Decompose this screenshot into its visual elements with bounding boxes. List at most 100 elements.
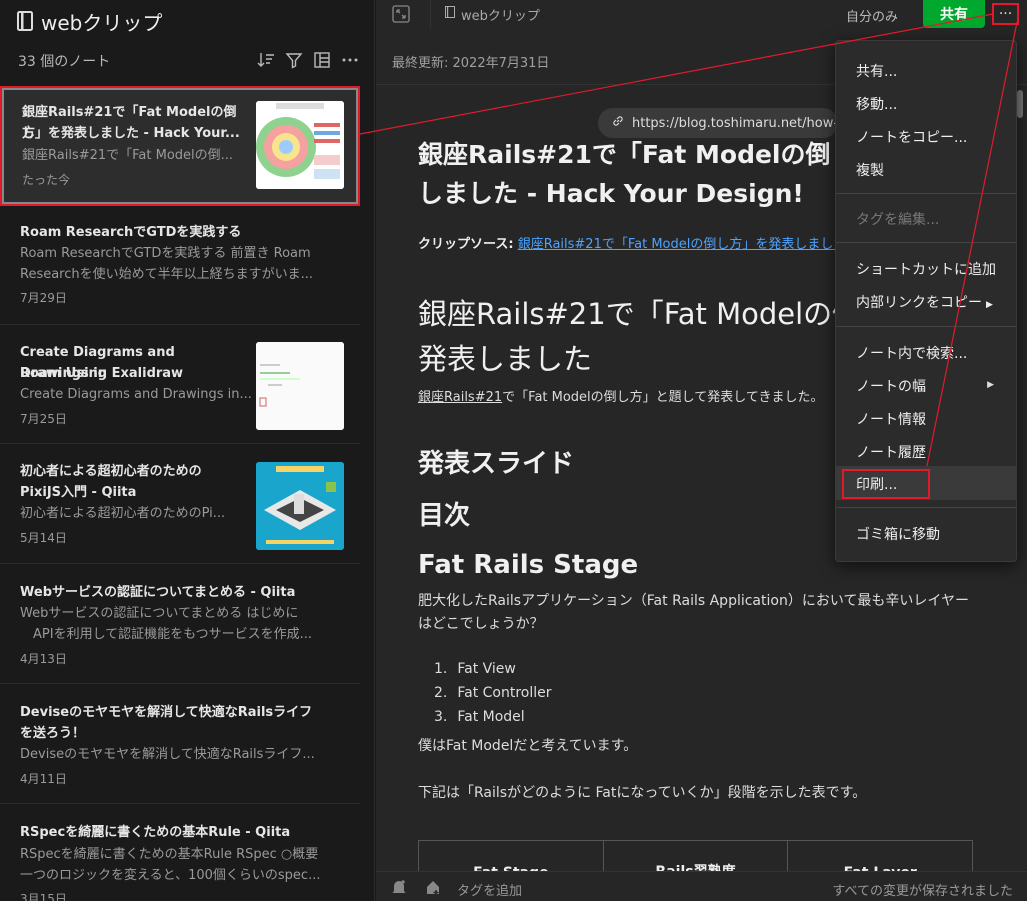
note-snippet-line2: 一つのロジックを変えると、100個くらいのspec... bbox=[20, 868, 321, 883]
note-card[interactable]: Roam ResearchでGTDを実践する Roam ResearchでGTD… bbox=[0, 206, 360, 325]
breadcrumb-notebook-label: webクリップ bbox=[461, 8, 540, 24]
note-title: 初心者による超初心者のための bbox=[20, 464, 202, 479]
paragraph: 僕はFat Modelだと考えています。 bbox=[418, 738, 638, 754]
sort-icon[interactable] bbox=[257, 50, 275, 70]
reminder-icon[interactable] bbox=[390, 878, 408, 896]
note-card[interactable]: Create Diagrams and Drawings in Roam Usi… bbox=[0, 325, 360, 444]
note-card[interactable]: Deviseのモヤモヤを解消して快適なRailsライフ を送ろう！ Devise… bbox=[0, 684, 360, 804]
ordered-list: 1. Fat View 2. Fat Controller 3. Fat Model bbox=[434, 661, 552, 733]
menu-item-note-width[interactable]: ノートの幅 bbox=[856, 376, 926, 396]
link-icon bbox=[612, 115, 624, 131]
clip-source-label: クリップソース: bbox=[418, 237, 514, 252]
note-title-heading[interactable]: 銀座Rails#21で「Fat Modelの倒し方 しました - Hack Yo… bbox=[418, 135, 858, 213]
note-title: Webサービスの認証についてまとめる - Qiita bbox=[20, 585, 296, 600]
list-text: Fat Controller bbox=[457, 685, 552, 701]
view-options-icon[interactable] bbox=[313, 50, 331, 70]
note-list-panel: webクリップ 33 個のノート 銀座Rails#21で「Fat Modelの倒… bbox=[0, 0, 375, 901]
filter-icon[interactable] bbox=[285, 50, 303, 70]
tag-icon[interactable] bbox=[424, 878, 442, 896]
note-card[interactable]: RSpecを綺麗に書くための基本Rule - Qiita RSpecを綺麗に書く… bbox=[0, 804, 360, 901]
notebook-icon bbox=[445, 6, 455, 22]
table-header-cell: Rails習熟度 bbox=[602, 841, 788, 871]
clip-source: クリップソース: 銀座Rails#21で「Fat Modelの倒し方」を発表しま… bbox=[418, 233, 838, 252]
save-status: すべての変更が保存されました bbox=[832, 884, 1013, 899]
note-actions-menu: 共有... 移動... ノートをコピー... 複製 タグを編集... ショートカ… bbox=[835, 40, 1017, 562]
note-title: Deviseのモヤモヤを解消して快適なRailsライフ bbox=[20, 705, 313, 720]
list-text: Fat Model bbox=[457, 709, 525, 725]
note-title-line2: PixiJS入門 - Qiita bbox=[20, 485, 137, 500]
menu-item-move[interactable]: 移動... bbox=[856, 94, 897, 114]
breadcrumb-notebook[interactable]: webクリップ bbox=[430, 0, 540, 28]
more-options-icon[interactable] bbox=[341, 50, 359, 70]
annotation-box bbox=[842, 469, 930, 499]
chevron-right-icon: ▶ bbox=[987, 380, 994, 390]
last-updated: 最終更新: 2022年7月31日 bbox=[392, 56, 550, 71]
note-snippet: 初心者による超初心者のためのPi... bbox=[20, 506, 226, 521]
scrollbar[interactable] bbox=[1017, 90, 1023, 118]
menu-item-trash[interactable]: ゴミ箱に移動 bbox=[856, 524, 940, 544]
add-tag-button[interactable]: タグを追加 bbox=[457, 880, 522, 899]
list-item: 2. Fat Controller bbox=[434, 685, 552, 709]
menu-item-note-history[interactable]: ノート履歴 bbox=[856, 442, 926, 462]
intro-link[interactable]: 銀座Rails#21 bbox=[418, 390, 502, 405]
menu-item-copy-link[interactable]: 内部リンクをコピー ▶ bbox=[856, 292, 993, 312]
note-date: 7月25日 bbox=[20, 412, 67, 426]
note-list-header: webクリップ 33 個のノート bbox=[0, 0, 374, 85]
note-card[interactable]: 初心者による超初心者のための PixiJS入門 - Qiita 初心者による超初… bbox=[0, 444, 360, 564]
clip-source-link[interactable]: 銀座Rails#21で「Fat Modelの倒し方」を発表しました bbox=[518, 237, 838, 252]
note-title-line1: 銀座Rails#21で「Fat Modelの倒し方 bbox=[418, 140, 858, 169]
visibility-status[interactable]: 自分のみ bbox=[846, 6, 898, 25]
menu-item-copy-link-label: 内部リンクをコピー bbox=[856, 295, 982, 311]
table-header-cell: Fat Stage bbox=[418, 841, 603, 871]
menu-item-duplicate[interactable]: 複製 bbox=[856, 160, 884, 180]
note-card[interactable]: Webサービスの認証についてまとめる - Qiita Webサービスの認証につい… bbox=[0, 564, 360, 684]
paragraph: 肥大化したRailsアプリケーション（Fat Rails Application… bbox=[418, 593, 969, 632]
note-title-line2: を送ろう！ bbox=[20, 726, 86, 741]
note-snippet: Webサービスの認証についてまとめる はじめに bbox=[20, 606, 299, 621]
note-title-line2: Roam Using Exalidraw bbox=[20, 366, 184, 381]
note-thumbnail bbox=[256, 101, 344, 189]
list-text: Fat View bbox=[457, 661, 516, 677]
more-actions-button[interactable]: ··· bbox=[992, 3, 1019, 25]
menu-item-copy[interactable]: ノートをコピー... bbox=[856, 127, 967, 147]
list-item: 3. Fat Model bbox=[434, 709, 552, 733]
note-date: 3月15日 bbox=[20, 892, 67, 901]
heading-toc: 目次 bbox=[418, 501, 471, 531]
list-number: 3. bbox=[434, 709, 448, 725]
note-title-line2: 方」を発表しました - Hack Your... bbox=[22, 126, 240, 141]
note-card-selected[interactable]: 銀座Rails#21で「Fat Modelの倒し 方」を発表しました - Hac… bbox=[0, 86, 360, 206]
menu-separator bbox=[836, 326, 1016, 327]
stage-table: Fat Stage Rails習熟度 Fat Layer bbox=[418, 840, 974, 871]
note-date: 4月13日 bbox=[20, 652, 67, 666]
intro-paragraph: 銀座Rails#21で「Fat Modelの倒し方」と題して発表してきました。 bbox=[418, 386, 824, 405]
menu-item-find[interactable]: ノート内で検索... bbox=[856, 343, 967, 363]
note-title-line2: しました - Hack Your Design! bbox=[418, 179, 804, 208]
note-date: 5月14日 bbox=[20, 531, 67, 545]
paragraph: 下記は「Railsがどのように Fatになっていくか」段階を示した表です。 bbox=[418, 785, 867, 801]
note-date: たった今 bbox=[22, 173, 71, 187]
note-snippet: RSpecを綺麗に書くための基本Rule RSpec ○概要 bbox=[20, 847, 319, 862]
article-heading-line2: 発表しました bbox=[418, 342, 593, 376]
expand-icon[interactable] bbox=[392, 5, 410, 23]
notebook-title: webクリップ bbox=[17, 6, 162, 36]
notebook-title-text: webクリップ bbox=[41, 10, 163, 35]
list-number: 1. bbox=[434, 661, 448, 677]
list-number: 2. bbox=[434, 685, 448, 701]
note-title: Roam ResearchでGTDを実践する bbox=[20, 225, 242, 240]
menu-item-add-shortcut[interactable]: ショートカットに追加 bbox=[856, 259, 996, 279]
list-item: 1. Fat View bbox=[434, 661, 552, 685]
notebook-icon bbox=[17, 11, 33, 31]
editor-footer: タグを追加 すべての変更が保存されました bbox=[376, 871, 1027, 901]
menu-item-share[interactable]: 共有... bbox=[856, 61, 897, 81]
source-url-pill[interactable]: https://blog.toshimaru.net/how-to-d bbox=[598, 108, 838, 138]
source-url: https://blog.toshimaru.net/how-to-d bbox=[632, 115, 838, 131]
menu-item-note-info[interactable]: ノート情報 bbox=[856, 409, 926, 429]
heading-fat-rails-stage: Fat Rails Stage bbox=[418, 550, 639, 580]
note-thumbnail bbox=[256, 342, 344, 430]
menu-separator bbox=[836, 242, 1016, 243]
share-button[interactable]: 共有 bbox=[923, 0, 985, 28]
table-header-row: Fat Stage Rails習熟度 Fat Layer bbox=[418, 841, 974, 871]
menu-separator bbox=[836, 193, 1016, 194]
note-thumbnail bbox=[256, 462, 344, 550]
note-title: RSpecを綺麗に書くための基本Rule - Qiita bbox=[20, 825, 291, 840]
